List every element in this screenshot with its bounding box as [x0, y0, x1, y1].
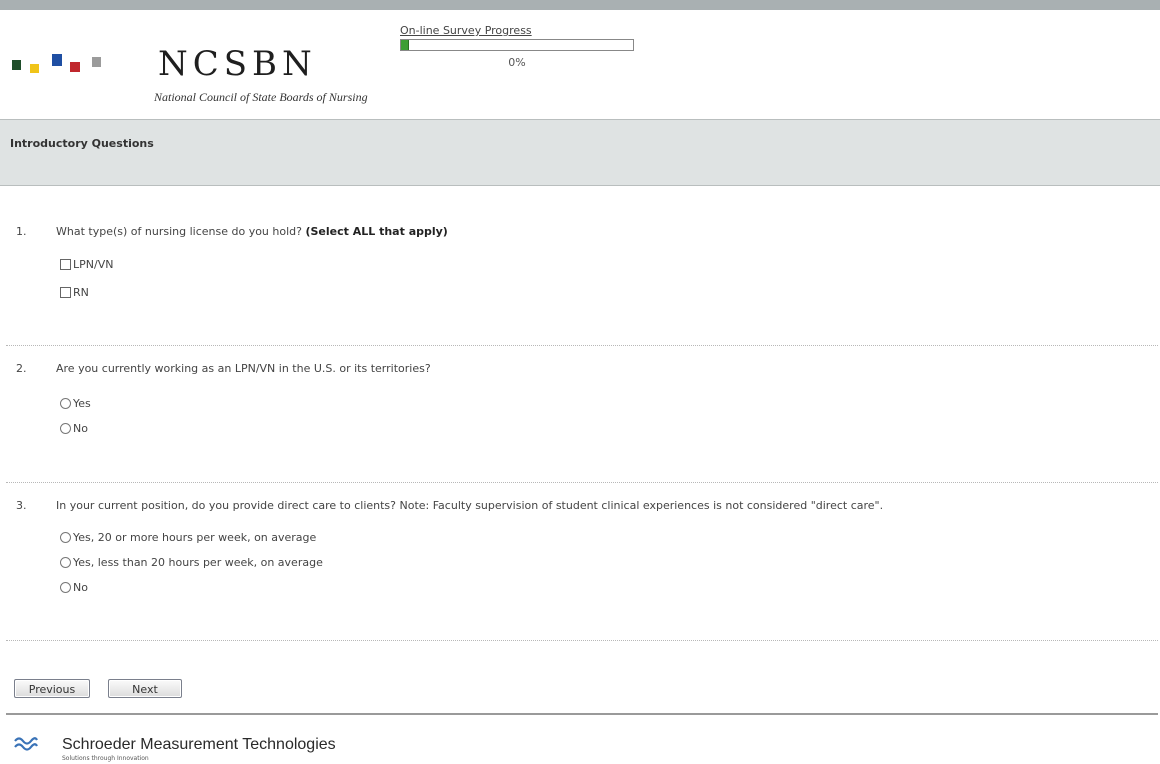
radio-button[interactable]	[60, 423, 71, 434]
survey-progress: On-line Survey Progress 0%	[400, 24, 640, 69]
footer-company-name: Schroeder Measurement Technologies	[62, 736, 336, 753]
logo-square-green	[12, 60, 21, 70]
option-no[interactable]: No	[60, 581, 88, 594]
question-divider	[6, 482, 1158, 483]
option-label: LPN/VN	[73, 258, 114, 271]
footer-divider	[6, 713, 1158, 715]
question-number: 1.	[16, 225, 27, 238]
next-button[interactable]: Next	[108, 679, 182, 698]
option-lpn-vn[interactable]: LPN/VN	[60, 258, 113, 271]
question-instruction: (Select ALL that apply)	[305, 225, 448, 238]
radio-button[interactable]	[60, 532, 71, 543]
question-text: What type(s) of nursing license do you h…	[56, 225, 448, 238]
logo-square-red	[70, 62, 80, 72]
ncsbn-logo: NCSBN National Council of State Boards o…	[12, 44, 412, 116]
logo-square-gray	[92, 57, 101, 67]
progress-label: On-line Survey Progress	[400, 24, 532, 37]
option-label: Yes, less than 20 hours per week, on ave…	[73, 556, 323, 569]
option-yes[interactable]: Yes	[60, 397, 91, 410]
logo-square-yellow	[30, 64, 39, 73]
option-no[interactable]: No	[60, 422, 88, 435]
option-rn[interactable]: RN	[60, 286, 89, 299]
section-header: Introductory Questions	[0, 119, 1160, 186]
question-divider	[6, 345, 1158, 346]
option-label: No	[73, 422, 88, 435]
progress-percent: 0%	[508, 56, 526, 69]
progress-bar-fill	[401, 40, 409, 50]
option-label: No	[73, 581, 88, 594]
checkbox[interactable]	[60, 287, 71, 298]
checkbox[interactable]	[60, 259, 71, 270]
option-label: Yes	[73, 397, 91, 410]
question-number: 3.	[16, 499, 27, 512]
option-20-or-more-hours[interactable]: Yes, 20 or more hours per week, on avera…	[60, 531, 316, 544]
top-bar	[0, 0, 1160, 10]
radio-button[interactable]	[60, 582, 71, 593]
question-text: In your current position, do you provide…	[56, 499, 884, 512]
wave-logo-icon	[14, 737, 38, 751]
logo-square-blue	[52, 54, 62, 66]
question-number: 2.	[16, 362, 27, 375]
radio-button[interactable]	[60, 398, 71, 409]
option-label: RN	[73, 286, 89, 299]
question-text-main: What type(s) of nursing license do you h…	[56, 225, 302, 238]
question-text: Are you currently working as an LPN/VN i…	[56, 362, 431, 375]
section-title: Introductory Questions	[10, 137, 154, 150]
radio-button[interactable]	[60, 557, 71, 568]
footer-tagline: Solutions through Innovation	[62, 755, 149, 762]
option-label: Yes, 20 or more hours per week, on avera…	[73, 531, 317, 544]
option-less-than-20-hours[interactable]: Yes, less than 20 hours per week, on ave…	[60, 556, 323, 569]
progress-bar	[400, 39, 634, 51]
logo-tagline: National Council of State Boards of Nurs…	[154, 90, 368, 104]
logo-text: NCSBN	[158, 44, 317, 84]
previous-button[interactable]: Previous	[14, 679, 90, 698]
question-divider	[6, 640, 1158, 641]
